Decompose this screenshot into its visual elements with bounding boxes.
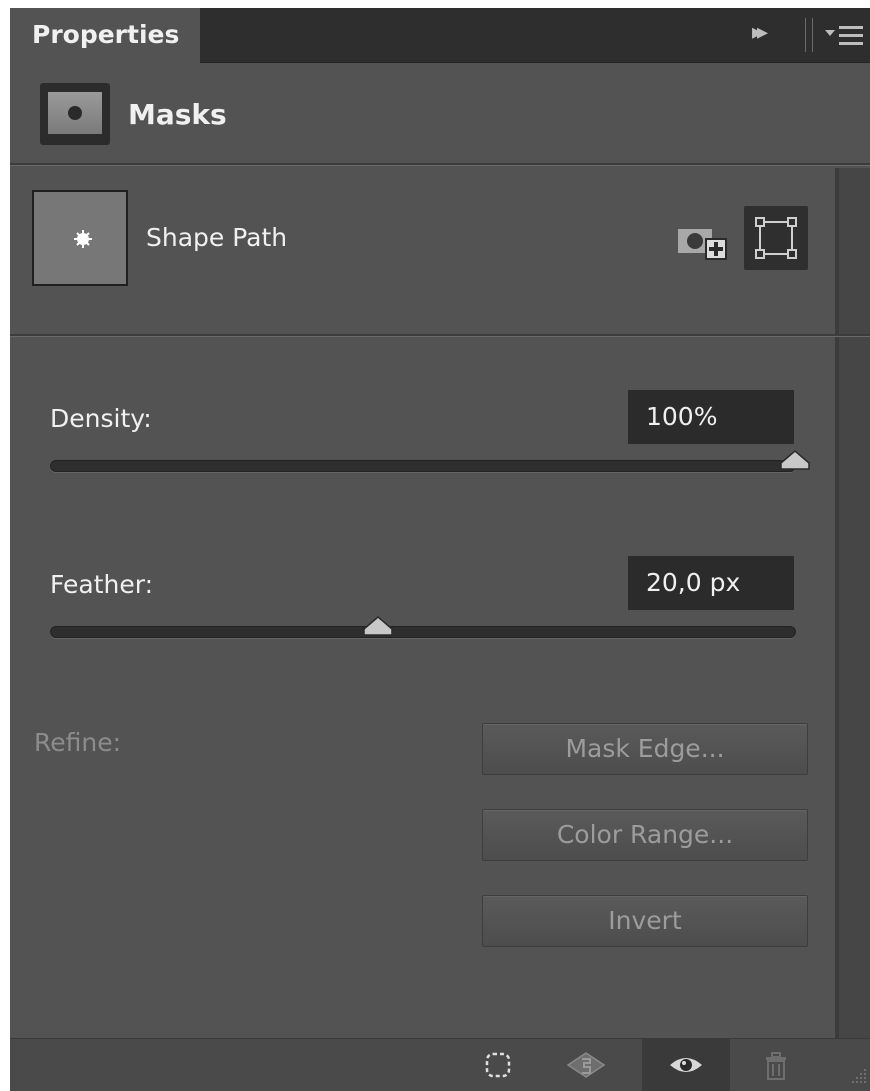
density-slider[interactable] (50, 450, 810, 472)
visibility-icon (670, 1058, 702, 1072)
density-field[interactable]: 100% (628, 390, 794, 444)
shape-dot-icon (74, 230, 92, 248)
apply-mask-icon[interactable] (566, 1049, 606, 1081)
tab-properties[interactable]: Properties (10, 8, 200, 63)
collapse-icon[interactable]: ▸▸ (752, 20, 768, 45)
feather-slider[interactable] (50, 616, 796, 638)
resize-grip-icon[interactable] (848, 1065, 868, 1085)
density-slider-thumb[interactable] (779, 449, 811, 471)
feather-label: Feather: (50, 570, 154, 599)
header-divider (10, 163, 870, 166)
load-selection-icon[interactable] (482, 1049, 514, 1081)
layer-mask-icon (40, 83, 110, 145)
feather-slider-thumb[interactable] (362, 615, 394, 637)
add-pixel-mask-icon[interactable] (678, 221, 730, 261)
feather-field[interactable]: 20,0 px (628, 556, 794, 610)
vector-mask-icon (755, 217, 797, 259)
vector-mask-button[interactable] (744, 206, 808, 270)
panel-menu-icon[interactable] (825, 24, 865, 48)
bottom-toolbar (10, 1038, 870, 1091)
tab-separator (805, 18, 813, 52)
color-range-button[interactable]: Color Range... (482, 809, 808, 861)
visibility-toggle[interactable] (642, 1039, 730, 1091)
shape-path-label: Shape Path (146, 223, 288, 252)
panel-tab-bar: Properties ▸▸ (10, 8, 870, 63)
mask-edge-button[interactable]: Mask Edge... (482, 723, 808, 775)
refine-label: Refine: (34, 728, 122, 757)
shape-divider (10, 334, 870, 337)
scrollbar[interactable] (835, 168, 870, 1038)
shape-path-thumbnail[interactable] (32, 190, 128, 286)
masks-header: Masks (10, 63, 870, 163)
properties-panel: Properties ▸▸ Masks Shape Path Density: … (10, 8, 870, 1091)
invert-button[interactable]: Invert (482, 895, 808, 947)
density-label: Density: (50, 404, 152, 433)
masks-title: Masks (128, 98, 227, 131)
delete-icon[interactable] (760, 1049, 792, 1081)
